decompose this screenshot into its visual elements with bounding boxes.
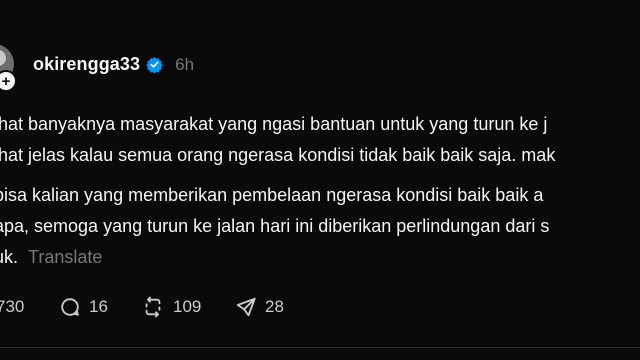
- share-count: 28: [265, 297, 284, 316]
- like-count: 730: [0, 297, 25, 316]
- send-icon: [236, 297, 256, 317]
- repost-count: 109: [173, 297, 202, 316]
- post-line: ihat jelas kalau semua orang ngerasa kon…: [0, 145, 556, 165]
- repost-button[interactable]: 109: [141, 296, 201, 318]
- post-line-text: uk.: [0, 247, 19, 267]
- like-button[interactable]: 730: [0, 297, 24, 317]
- post-line: ihat banyaknya masyarakat yang ngasi ban…: [0, 114, 548, 134]
- reply-icon: [61, 298, 79, 316]
- post-body: ihat banyaknya masyarakat yang ngasi ban…: [0, 109, 640, 273]
- verified-badge-icon: [146, 57, 163, 73]
- divider: [0, 347, 640, 348]
- reply-count: 16: [89, 297, 108, 316]
- reply-button[interactable]: 16: [59, 296, 108, 318]
- share-button[interactable]: 28: [235, 296, 284, 318]
- follow-plus-icon[interactable]: +: [0, 70, 17, 92]
- translate-link[interactable]: Translate: [28, 247, 102, 267]
- post-timestamp: 6h: [175, 54, 195, 74]
- post-header: okirengga33 6h: [33, 54, 194, 75]
- post-line-last: uk. Translate: [0, 242, 640, 273]
- repost-icon: [145, 296, 161, 318]
- thread-post: + okirengga33 6h ihat banyaknya masyarak…: [0, 0, 640, 360]
- post-line: bisa kalian yang memberikan pembelaan ng…: [0, 185, 544, 205]
- post-line: apa, semoga yang turun ke jalan hari ini…: [0, 216, 550, 236]
- username[interactable]: okirengga33: [33, 54, 140, 75]
